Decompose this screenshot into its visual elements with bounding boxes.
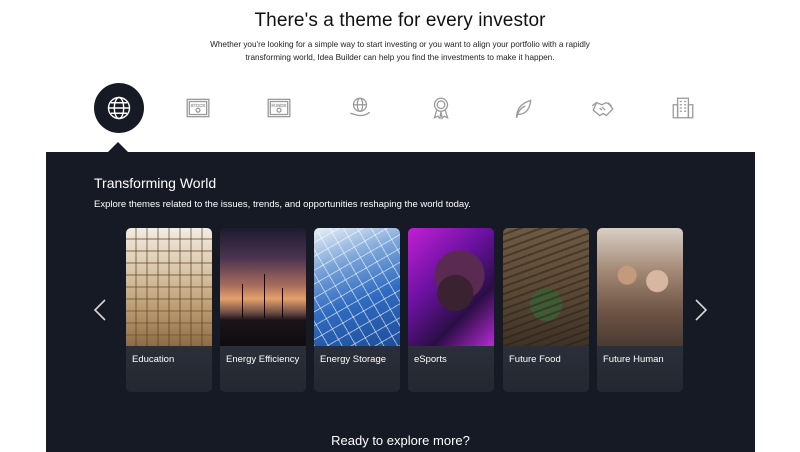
funds-icon-text: FUNDS <box>272 103 287 108</box>
theme-icon-row: STOCK FUNDS <box>0 80 800 140</box>
theme-card-education[interactable]: Education <box>126 228 212 392</box>
card-label: Energy Storage <box>320 354 387 365</box>
theme-panel: Transforming World Explore themes relate… <box>46 152 755 452</box>
card-image <box>220 228 306 346</box>
theme-card-energy-efficiency[interactable]: Energy Efficiency <box>220 228 306 392</box>
handshake-icon[interactable] <box>583 88 623 128</box>
theme-card-future-human[interactable]: Future Human <box>597 228 683 392</box>
stock-icon-text: STOCK <box>191 103 206 108</box>
hero-title: There's a theme for every investor <box>254 10 546 31</box>
hero-subtitle: Whether you're looking for a simple way … <box>210 40 590 62</box>
building-icon[interactable] <box>663 88 703 128</box>
active-tab-pointer <box>108 142 128 152</box>
explore-more-heading: Ready to explore more? <box>331 433 470 448</box>
carousel-next-button[interactable] <box>691 295 711 325</box>
card-image <box>503 228 589 346</box>
card-image <box>597 228 683 346</box>
globe-icon[interactable] <box>94 83 144 133</box>
chevron-right-icon <box>695 299 708 321</box>
card-label: Future Human <box>603 354 664 365</box>
theme-card-future-food[interactable]: Future Food <box>503 228 589 392</box>
card-label: Energy Efficiency <box>226 354 300 365</box>
card-image <box>126 228 212 346</box>
panel-title: Transforming World <box>94 175 217 191</box>
card-image <box>314 228 400 346</box>
globe-hand-icon[interactable] <box>340 88 380 128</box>
theme-card-esports[interactable]: eSports <box>408 228 494 392</box>
chevron-left-icon <box>93 299 106 321</box>
leaf-icon[interactable] <box>502 88 542 128</box>
card-image <box>408 228 494 346</box>
panel-description: Explore themes related to the issues, tr… <box>94 199 471 210</box>
card-label: Education <box>132 354 175 365</box>
card-label: Future Food <box>509 354 561 365</box>
stock-icon[interactable]: STOCK <box>178 88 218 128</box>
funds-icon[interactable]: FUNDS <box>259 88 299 128</box>
carousel-prev-button[interactable] <box>90 295 110 325</box>
card-label: eSports <box>414 354 447 365</box>
theme-card-energy-storage[interactable]: Energy Storage <box>314 228 400 392</box>
award-ribbon-icon[interactable] <box>421 88 461 128</box>
